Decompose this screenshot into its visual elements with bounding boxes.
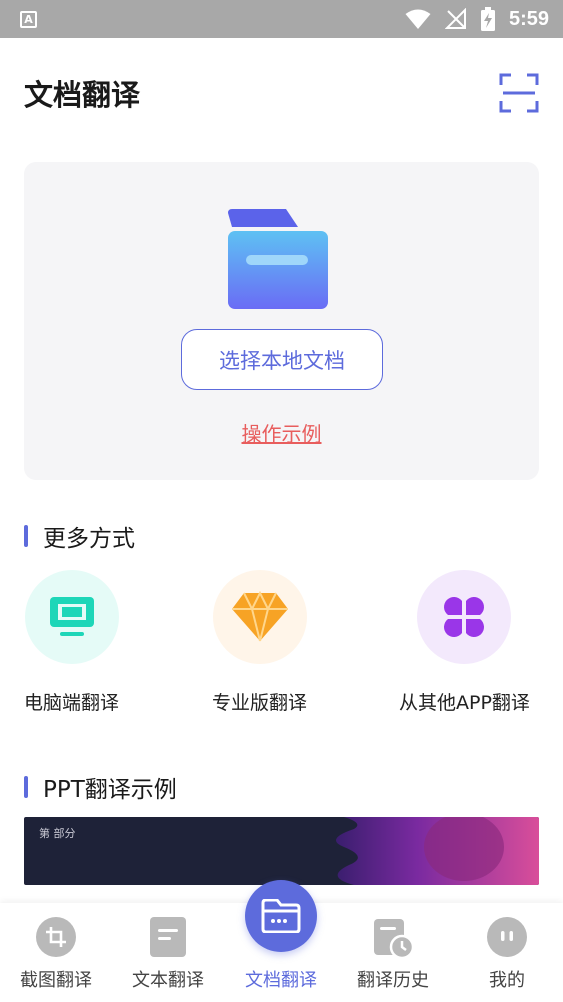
upload-card: 选择本地文档 操作示例 [24, 162, 539, 480]
apps-grid-icon [444, 597, 485, 637]
tab-label: 文档翻译 [245, 970, 317, 991]
keyboard-indicator-icon: A [20, 10, 37, 28]
scan-button[interactable] [499, 73, 539, 113]
battery-charging-icon [480, 7, 495, 31]
folder-icon [261, 899, 301, 933]
tab-screenshot-translation[interactable]: 截图翻译 [0, 903, 112, 1002]
document-tab-bubble[interactable] [245, 880, 317, 952]
clock: 5:59 [508, 7, 549, 30]
method-circle [24, 570, 119, 664]
tab-text-translation[interactable]: 文本翻译 [112, 903, 224, 1002]
tab-translation-history[interactable]: 翻译历史 [337, 903, 449, 1002]
app-header: 文档翻译 [0, 38, 563, 148]
monitor-icon [49, 597, 94, 636]
ppt-example-banner[interactable]: 第 部分 [24, 817, 539, 885]
tab-icon-circle [487, 917, 527, 957]
crop-icon [46, 927, 66, 947]
diamond-icon [231, 591, 288, 642]
profile-icon [501, 931, 513, 941]
method-label: 专业版翻译 [212, 692, 308, 714]
wifi-icon [405, 9, 431, 29]
tab-label: 我的 [489, 970, 525, 991]
method-pc-translation[interactable]: 电脑端翻译 [24, 570, 119, 715]
more-methods-heading: 更多方式 [24, 519, 135, 553]
scan-icon [499, 73, 539, 113]
status-bar: A 5:59 [0, 0, 563, 38]
section-accent-bar [24, 525, 28, 547]
tab-label: 翻译历史 [357, 970, 429, 991]
page-title: 文档翻译 [24, 78, 141, 112]
ppt-banner-text: 第 部分 [39, 827, 76, 840]
section-accent-bar [24, 776, 28, 798]
folder-icon [228, 209, 328, 309]
method-pro-translation[interactable]: 专业版翻译 [212, 570, 307, 715]
no-signal-icon [444, 8, 466, 29]
more-methods-title: 更多方式 [43, 526, 135, 552]
operation-example-link[interactable]: 操作示例 [24, 418, 539, 447]
tab-label: 文本翻译 [132, 970, 204, 991]
tab-label: 截图翻译 [20, 970, 92, 991]
tab-icon-circle [36, 917, 76, 957]
status-right: 5:59 [405, 7, 549, 31]
ppt-example-heading: PPT翻译示例 [24, 770, 177, 804]
status-left: A [20, 10, 37, 28]
select-local-document-button[interactable]: 选择本地文档 [181, 329, 383, 390]
method-label: 从其他APP翻译 [399, 692, 530, 714]
method-label: 电脑端翻译 [24, 692, 120, 714]
text-doc-icon [150, 917, 186, 957]
ppt-banner-graphic [24, 817, 539, 885]
history-icon [374, 919, 414, 959]
method-other-app-translation[interactable]: 从其他APP翻译 [399, 570, 530, 715]
tab-my-profile[interactable]: 我的 [451, 903, 563, 1002]
ppt-example-title: PPT翻译示例 [43, 777, 177, 803]
method-circle [417, 570, 512, 664]
method-circle [212, 570, 307, 664]
